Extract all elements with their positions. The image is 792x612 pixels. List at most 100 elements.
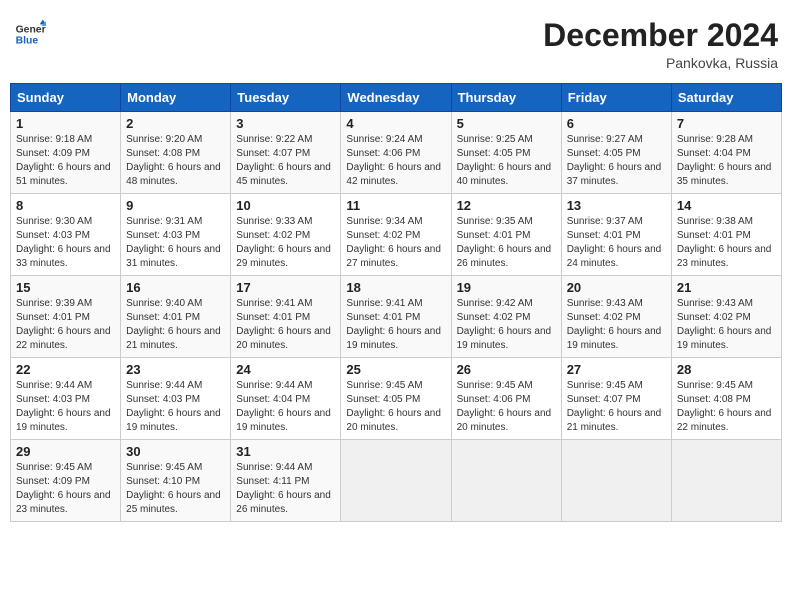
day-number: 18 <box>346 280 445 295</box>
calendar-cell: 20 Sunrise: 9:43 AMSunset: 4:02 PMDaylig… <box>561 276 671 358</box>
calendar-cell: 22 Sunrise: 9:44 AMSunset: 4:03 PMDaylig… <box>11 358 121 440</box>
day-detail: Sunrise: 9:27 AMSunset: 4:05 PMDaylight:… <box>567 133 666 189</box>
logo: General Blue <box>14 18 46 50</box>
calendar-cell: 2 Sunrise: 9:20 AMSunset: 4:08 PMDayligh… <box>121 112 231 194</box>
day-detail: Sunrise: 9:44 AMSunset: 4:03 PMDaylight:… <box>126 379 225 435</box>
day-number: 13 <box>567 198 666 213</box>
day-detail: Sunrise: 9:25 AMSunset: 4:05 PMDaylight:… <box>457 133 556 189</box>
calendar-cell: 18 Sunrise: 9:41 AMSunset: 4:01 PMDaylig… <box>341 276 451 358</box>
day-number: 29 <box>16 444 115 459</box>
day-number: 15 <box>16 280 115 295</box>
weekday-header-friday: Friday <box>561 84 671 112</box>
calendar-cell: 6 Sunrise: 9:27 AMSunset: 4:05 PMDayligh… <box>561 112 671 194</box>
calendar-cell: 5 Sunrise: 9:25 AMSunset: 4:05 PMDayligh… <box>451 112 561 194</box>
day-detail: Sunrise: 9:45 AMSunset: 4:08 PMDaylight:… <box>677 379 776 435</box>
calendar-cell: 29 Sunrise: 9:45 AMSunset: 4:09 PMDaylig… <box>11 440 121 522</box>
page-header: General Blue December 2024 Pankovka, Rus… <box>10 10 782 75</box>
calendar-cell: 30 Sunrise: 9:45 AMSunset: 4:10 PMDaylig… <box>121 440 231 522</box>
calendar-cell: 17 Sunrise: 9:41 AMSunset: 4:01 PMDaylig… <box>231 276 341 358</box>
calendar-cell <box>451 440 561 522</box>
day-number: 31 <box>236 444 335 459</box>
day-number: 6 <box>567 116 666 131</box>
day-detail: Sunrise: 9:41 AMSunset: 4:01 PMDaylight:… <box>346 297 445 353</box>
logo-icon: General Blue <box>14 18 46 50</box>
day-number: 26 <box>457 362 556 377</box>
day-number: 4 <box>346 116 445 131</box>
calendar-cell: 26 Sunrise: 9:45 AMSunset: 4:06 PMDaylig… <box>451 358 561 440</box>
calendar-cell: 10 Sunrise: 9:33 AMSunset: 4:02 PMDaylig… <box>231 194 341 276</box>
calendar-week-3: 15 Sunrise: 9:39 AMSunset: 4:01 PMDaylig… <box>11 276 782 358</box>
calendar-cell <box>561 440 671 522</box>
day-number: 12 <box>457 198 556 213</box>
weekday-header-wednesday: Wednesday <box>341 84 451 112</box>
day-number: 17 <box>236 280 335 295</box>
calendar-cell: 3 Sunrise: 9:22 AMSunset: 4:07 PMDayligh… <box>231 112 341 194</box>
svg-text:General: General <box>16 24 46 35</box>
day-detail: Sunrise: 9:18 AMSunset: 4:09 PMDaylight:… <box>16 133 115 189</box>
day-number: 25 <box>346 362 445 377</box>
day-detail: Sunrise: 9:34 AMSunset: 4:02 PMDaylight:… <box>346 215 445 271</box>
calendar-week-5: 29 Sunrise: 9:45 AMSunset: 4:09 PMDaylig… <box>11 440 782 522</box>
day-number: 3 <box>236 116 335 131</box>
day-detail: Sunrise: 9:38 AMSunset: 4:01 PMDaylight:… <box>677 215 776 271</box>
calendar-cell: 14 Sunrise: 9:38 AMSunset: 4:01 PMDaylig… <box>671 194 781 276</box>
day-number: 23 <box>126 362 225 377</box>
day-number: 10 <box>236 198 335 213</box>
calendar-cell: 8 Sunrise: 9:30 AMSunset: 4:03 PMDayligh… <box>11 194 121 276</box>
title-area: December 2024 Pankovka, Russia <box>543 18 778 71</box>
day-detail: Sunrise: 9:45 AMSunset: 4:07 PMDaylight:… <box>567 379 666 435</box>
day-detail: Sunrise: 9:20 AMSunset: 4:08 PMDaylight:… <box>126 133 225 189</box>
day-detail: Sunrise: 9:30 AMSunset: 4:03 PMDaylight:… <box>16 215 115 271</box>
day-number: 11 <box>346 198 445 213</box>
calendar-cell: 13 Sunrise: 9:37 AMSunset: 4:01 PMDaylig… <box>561 194 671 276</box>
calendar-cell: 27 Sunrise: 9:45 AMSunset: 4:07 PMDaylig… <box>561 358 671 440</box>
month-title: December 2024 <box>543 18 778 53</box>
day-number: 28 <box>677 362 776 377</box>
calendar-cell: 21 Sunrise: 9:43 AMSunset: 4:02 PMDaylig… <box>671 276 781 358</box>
day-number: 19 <box>457 280 556 295</box>
calendar-cell: 9 Sunrise: 9:31 AMSunset: 4:03 PMDayligh… <box>121 194 231 276</box>
calendar-cell: 24 Sunrise: 9:44 AMSunset: 4:04 PMDaylig… <box>231 358 341 440</box>
calendar-week-2: 8 Sunrise: 9:30 AMSunset: 4:03 PMDayligh… <box>11 194 782 276</box>
calendar-cell: 4 Sunrise: 9:24 AMSunset: 4:06 PMDayligh… <box>341 112 451 194</box>
day-number: 16 <box>126 280 225 295</box>
day-detail: Sunrise: 9:43 AMSunset: 4:02 PMDaylight:… <box>567 297 666 353</box>
day-detail: Sunrise: 9:45 AMSunset: 4:10 PMDaylight:… <box>126 461 225 517</box>
calendar-cell: 23 Sunrise: 9:44 AMSunset: 4:03 PMDaylig… <box>121 358 231 440</box>
calendar-cell <box>671 440 781 522</box>
day-detail: Sunrise: 9:44 AMSunset: 4:11 PMDaylight:… <box>236 461 335 517</box>
calendar-cell: 16 Sunrise: 9:40 AMSunset: 4:01 PMDaylig… <box>121 276 231 358</box>
calendar-cell: 12 Sunrise: 9:35 AMSunset: 4:01 PMDaylig… <box>451 194 561 276</box>
day-detail: Sunrise: 9:39 AMSunset: 4:01 PMDaylight:… <box>16 297 115 353</box>
day-detail: Sunrise: 9:37 AMSunset: 4:01 PMDaylight:… <box>567 215 666 271</box>
weekday-header-saturday: Saturday <box>671 84 781 112</box>
day-number: 7 <box>677 116 776 131</box>
day-detail: Sunrise: 9:43 AMSunset: 4:02 PMDaylight:… <box>677 297 776 353</box>
svg-text:Blue: Blue <box>16 36 39 47</box>
day-number: 21 <box>677 280 776 295</box>
day-detail: Sunrise: 9:35 AMSunset: 4:01 PMDaylight:… <box>457 215 556 271</box>
day-number: 20 <box>567 280 666 295</box>
day-number: 30 <box>126 444 225 459</box>
calendar-cell: 11 Sunrise: 9:34 AMSunset: 4:02 PMDaylig… <box>341 194 451 276</box>
day-detail: Sunrise: 9:44 AMSunset: 4:03 PMDaylight:… <box>16 379 115 435</box>
calendar-cell: 31 Sunrise: 9:44 AMSunset: 4:11 PMDaylig… <box>231 440 341 522</box>
day-detail: Sunrise: 9:24 AMSunset: 4:06 PMDaylight:… <box>346 133 445 189</box>
day-number: 14 <box>677 198 776 213</box>
weekday-header-tuesday: Tuesday <box>231 84 341 112</box>
weekday-header-monday: Monday <box>121 84 231 112</box>
day-number: 5 <box>457 116 556 131</box>
day-detail: Sunrise: 9:41 AMSunset: 4:01 PMDaylight:… <box>236 297 335 353</box>
day-number: 24 <box>236 362 335 377</box>
calendar-cell: 28 Sunrise: 9:45 AMSunset: 4:08 PMDaylig… <box>671 358 781 440</box>
weekday-header-sunday: Sunday <box>11 84 121 112</box>
day-detail: Sunrise: 9:42 AMSunset: 4:02 PMDaylight:… <box>457 297 556 353</box>
calendar-cell: 15 Sunrise: 9:39 AMSunset: 4:01 PMDaylig… <box>11 276 121 358</box>
day-detail: Sunrise: 9:45 AMSunset: 4:06 PMDaylight:… <box>457 379 556 435</box>
weekday-header-row: SundayMondayTuesdayWednesdayThursdayFrid… <box>11 84 782 112</box>
calendar-table: SundayMondayTuesdayWednesdayThursdayFrid… <box>10 83 782 522</box>
day-detail: Sunrise: 9:33 AMSunset: 4:02 PMDaylight:… <box>236 215 335 271</box>
day-detail: Sunrise: 9:22 AMSunset: 4:07 PMDaylight:… <box>236 133 335 189</box>
day-number: 2 <box>126 116 225 131</box>
day-detail: Sunrise: 9:45 AMSunset: 4:09 PMDaylight:… <box>16 461 115 517</box>
